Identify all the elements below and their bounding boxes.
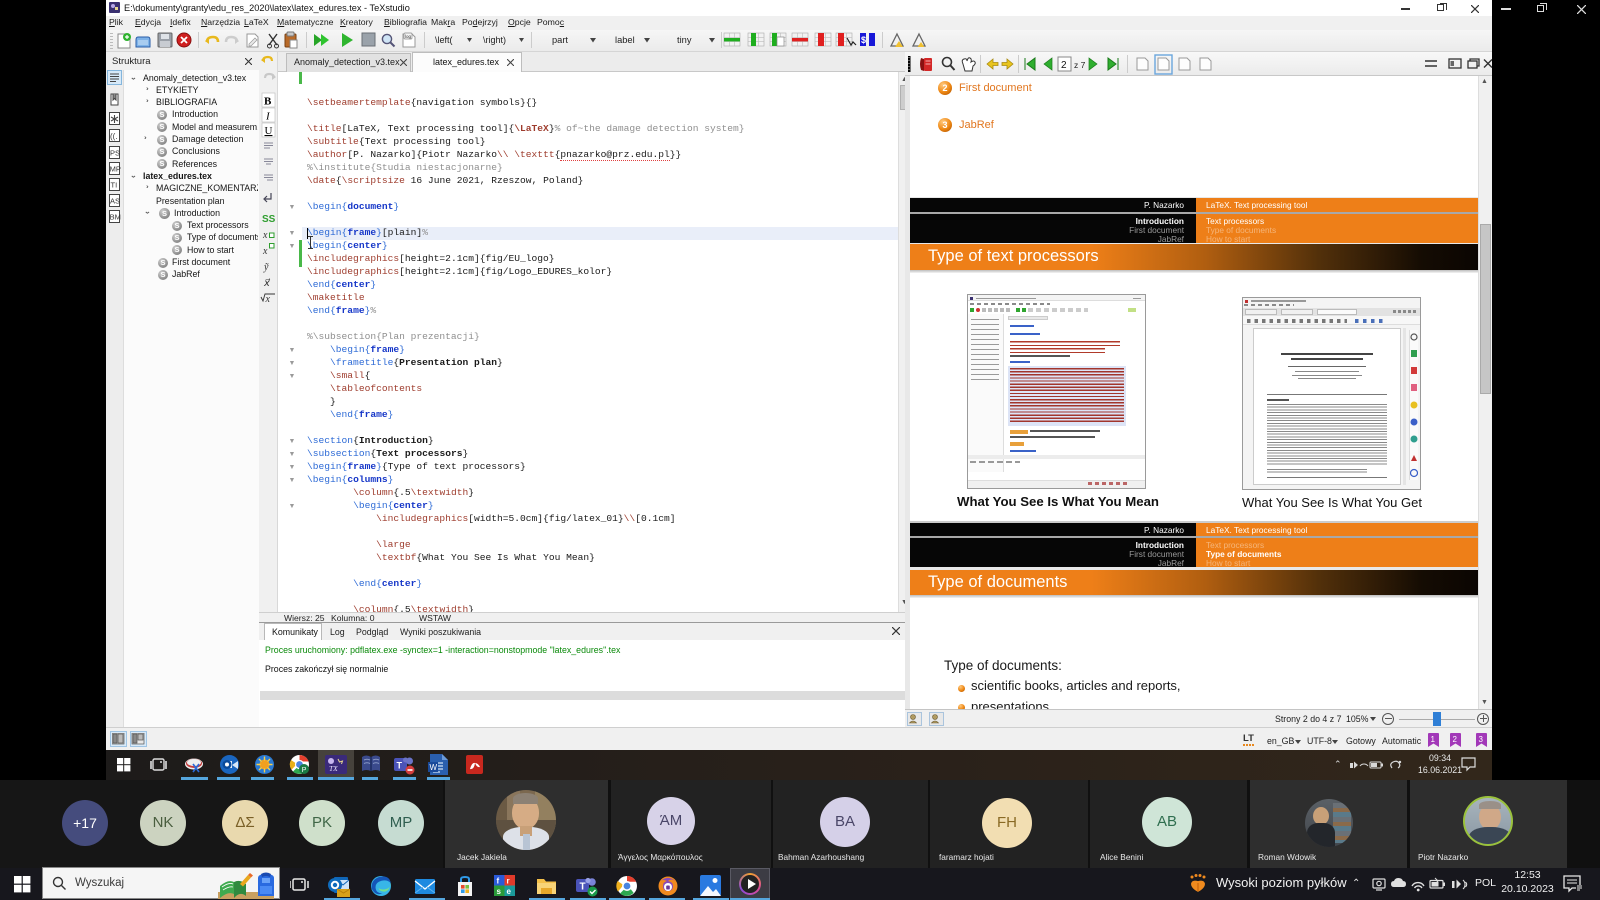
svg-text:e: e [507,887,512,896]
svg-text:AS: AS [110,197,120,206]
svg-text:BM: BM [110,213,121,222]
svg-text:PS: PS [110,149,120,158]
svg-text:1: 1 [1431,735,1436,744]
svg-text:ỹ: ỹ [263,262,269,273]
svg-text:x: x [265,294,271,305]
svg-text:$: $ [861,35,866,45]
svg-text:SS: SS [262,214,276,225]
svg-text:((.: ((. [110,132,118,141]
svg-text:s: s [497,887,502,896]
svg-text:B: B [264,96,272,108]
svg-text:x: x [262,230,268,241]
svg-text:r: r [507,877,510,886]
svg-text:f: f [497,877,500,886]
svg-text:T: T [580,882,586,893]
svg-text:2: 2 [1061,60,1067,71]
svg-text:W: W [430,763,438,772]
svg-text:MP: MP [110,165,121,174]
svg-text:log: log [405,34,412,39]
svg-text:part: part [552,35,568,45]
svg-text:U: U [265,125,273,137]
svg-text:\left(: \left( [435,35,453,45]
svg-text:label: label [615,35,635,45]
svg-text:x⃗: x⃗ [263,278,270,289]
svg-text:\right): \right) [483,35,506,45]
svg-text:P: P [302,767,307,774]
svg-text:3: 3 [1479,735,1484,744]
svg-text:T: T [397,761,403,771]
svg-text:tiny: tiny [677,35,692,45]
svg-text:x: x [262,246,268,257]
svg-text:z 7: z 7 [1074,60,1086,70]
svg-text:TI: TI [111,181,118,190]
svg-text:2: 2 [1453,735,1458,744]
svg-text:TX: TX [329,764,338,773]
